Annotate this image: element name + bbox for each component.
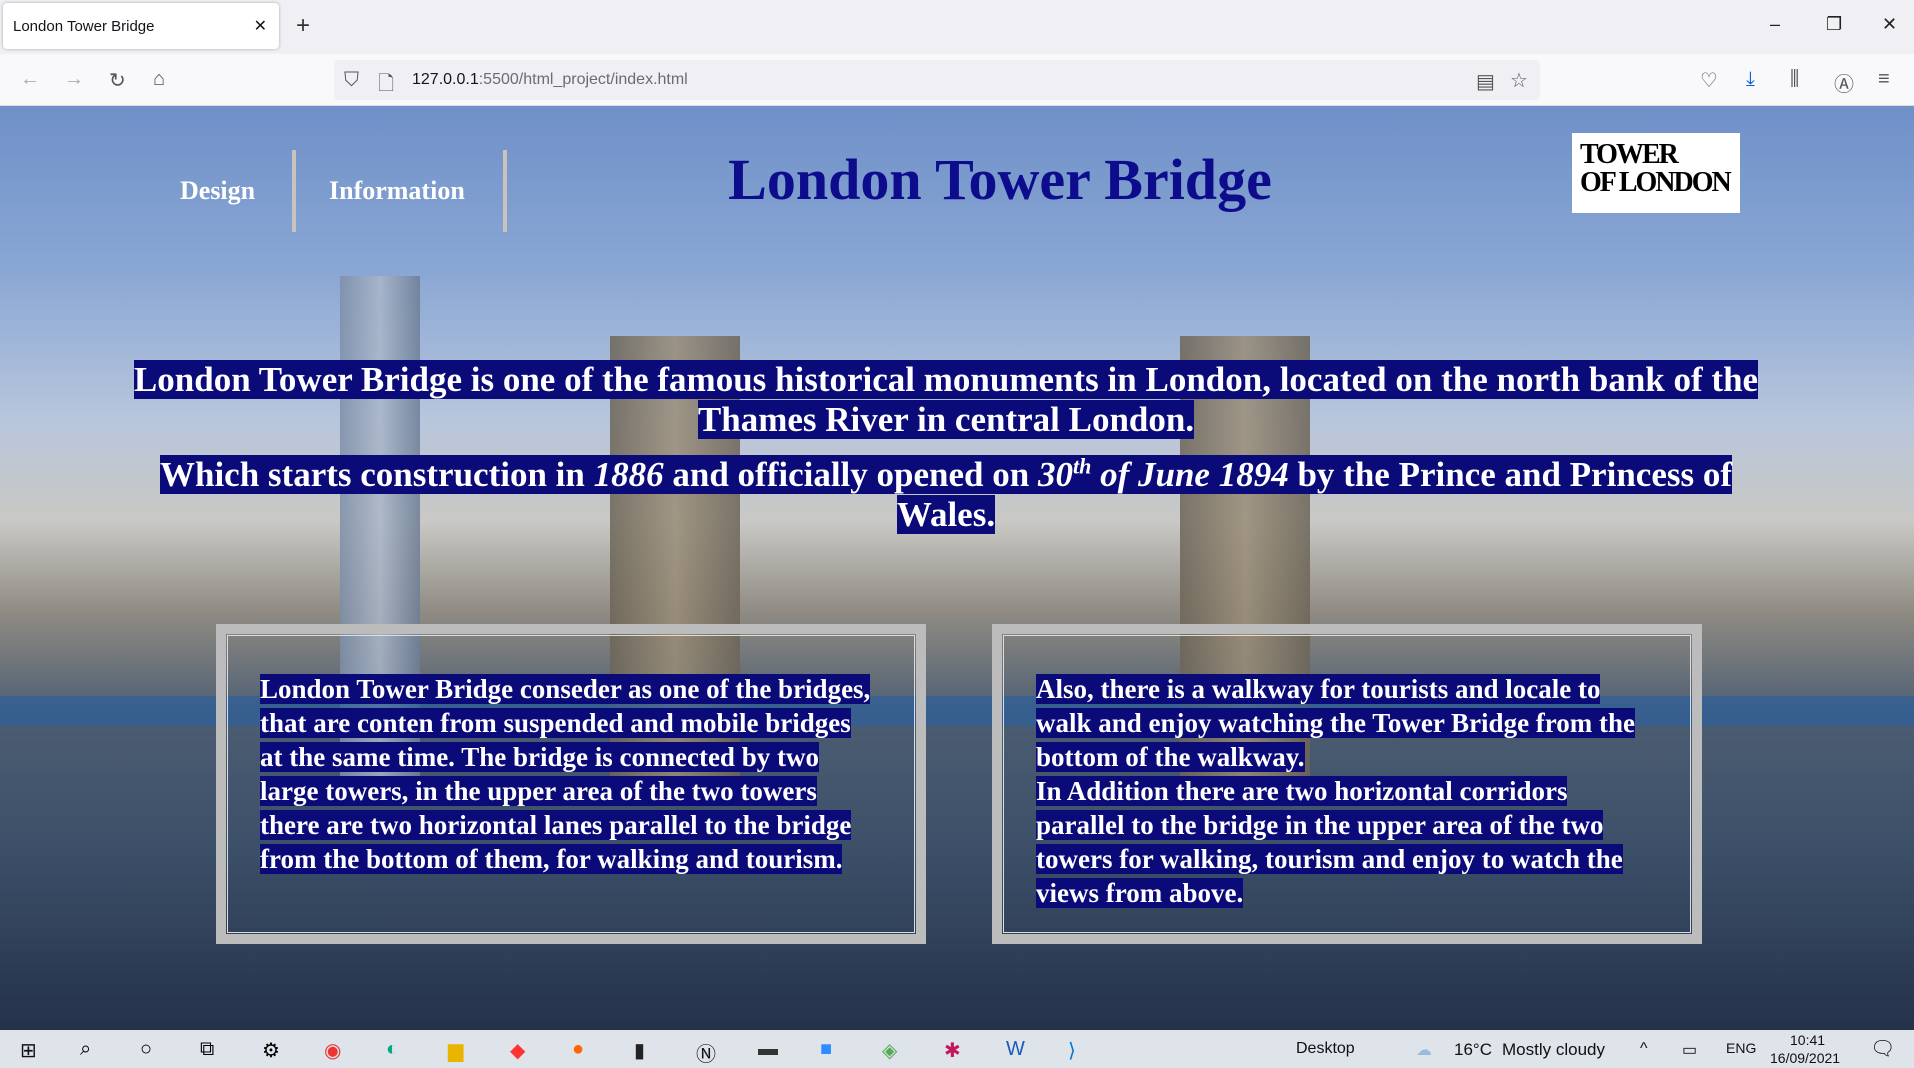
weather-icon: ☁	[1416, 1042, 1432, 1059]
settings-icon[interactable]: ⚙	[262, 1038, 280, 1063]
intro-paragraph-2: Which starts construction in 1886 and of…	[159, 453, 1732, 534]
clock-date[interactable]: 16/09/2021	[1770, 1050, 1840, 1066]
url-path: :5500/html_project/index.html	[478, 71, 688, 88]
app-icon[interactable]: ◈	[882, 1038, 897, 1063]
new-tab-icon[interactable]: +	[296, 12, 310, 40]
taskbar: ⊞ ⌕ ○ ⧉ ⚙ ◉ ◐ ▆ ◆ ● ▮ Ⓝ ▬ ■ ◈ ✱ W ⟩ Desk…	[0, 1030, 1914, 1068]
tower-of-london-logo: TOWER OF LONDON	[1572, 133, 1740, 213]
info-box-right-text-1: Also, there is a walkway for tourists an…	[1036, 674, 1636, 772]
menu-icon[interactable]: ≡	[1878, 68, 1890, 91]
nav-toolbar: ← → ↻ ⌂ ⛉ 🗋 127.0.0.1:5500/html_project/…	[0, 54, 1914, 106]
shield-icon[interactable]: ⛉	[344, 69, 359, 92]
download-icon[interactable]: ⤓	[1746, 68, 1755, 91]
vscode-icon[interactable]: ⟩	[1068, 1038, 1076, 1063]
network-icon[interactable]: ▭	[1682, 1040, 1697, 1060]
file-explorer-icon[interactable]: ▆	[448, 1038, 463, 1063]
info-box-right: Also, there is a walkway for tourists an…	[992, 624, 1702, 944]
task-view-icon[interactable]: ⧉	[200, 1038, 214, 1061]
reader-view-icon[interactable]: ▤	[1476, 69, 1495, 94]
notifications-icon[interactable]: 🗨	[1870, 1036, 1895, 1061]
page-content: Design Information London Tower Bridge T…	[0, 106, 1914, 1030]
reload-icon[interactable]: ↻	[109, 68, 126, 93]
page-title: London Tower Bridge	[728, 147, 1272, 212]
desktop-toolbar[interactable]: Desktop	[1296, 1040, 1355, 1058]
weather-status[interactable]: Mostly cloudy	[1502, 1040, 1605, 1060]
temperature[interactable]: 16°C	[1454, 1040, 1492, 1060]
home-icon[interactable]: ⌂	[153, 68, 165, 91]
chrome-icon[interactable]: ◉	[324, 1038, 341, 1063]
close-tab-icon[interactable]: ✕	[254, 16, 267, 36]
bookmark-star-icon[interactable]: ☆	[1510, 68, 1528, 93]
info-box-left: London Tower Bridge conseder as one of t…	[216, 624, 926, 944]
nav-information[interactable]: Information	[329, 176, 465, 206]
close-window-icon[interactable]: ✕	[1882, 14, 1897, 35]
url-host: 127.0.0.1	[412, 71, 479, 88]
app-icon[interactable]: ◆	[510, 1038, 525, 1063]
start-icon[interactable]: ⊞	[20, 1038, 37, 1063]
sticky-notes-icon[interactable]: ▮	[634, 1038, 645, 1063]
forward-icon[interactable]: →	[64, 68, 84, 91]
nav-divider	[503, 150, 507, 232]
library-icon[interactable]: ⫼	[1790, 68, 1799, 91]
clock-time[interactable]: 10:41	[1790, 1032, 1825, 1048]
firefox-icon[interactable]: ●	[572, 1038, 584, 1061]
slack-icon[interactable]: ✱	[944, 1038, 961, 1063]
nav-design[interactable]: Design	[180, 176, 255, 206]
cortana-icon[interactable]: ○	[140, 1038, 152, 1061]
info-box-right-text-2: In Addition there are two horizontal cor…	[1036, 776, 1623, 908]
language[interactable]: ENG	[1726, 1040, 1756, 1056]
intro-paragraph-1: London Tower Bridge is one of the famous…	[133, 360, 1759, 439]
zoom-icon[interactable]: ■	[820, 1038, 832, 1061]
address-bar[interactable]: ⛉ 🗋 127.0.0.1:5500/html_project/index.ht…	[334, 60, 1540, 100]
tab-bar: London Tower Bridge ✕ + – ❐ ✕	[0, 0, 1914, 54]
word-icon[interactable]: W	[1006, 1038, 1025, 1061]
account-icon[interactable]: Ⓐ	[1834, 68, 1854, 97]
info-box-left-text: London Tower Bridge conseder as one of t…	[260, 674, 871, 874]
tab-london-tower-bridge[interactable]: London Tower Bridge ✕	[3, 3, 279, 49]
minimize-icon[interactable]: –	[1770, 14, 1780, 35]
pocket-icon[interactable]: ♡	[1700, 68, 1718, 93]
notion-icon[interactable]: Ⓝ	[696, 1038, 716, 1067]
edge-icon[interactable]: ◐	[386, 1038, 398, 1061]
tab-title: London Tower Bridge	[13, 18, 155, 35]
page-icon: 🗋	[378, 73, 395, 95]
nav-divider	[292, 150, 296, 232]
back-icon[interactable]: ←	[20, 68, 40, 91]
show-hidden-icons[interactable]: ^	[1640, 1040, 1648, 1058]
intro-text: London Tower Bridge is one of the famous…	[110, 360, 1782, 541]
restore-icon[interactable]: ❐	[1826, 14, 1842, 35]
search-icon[interactable]: ⌕	[80, 1038, 91, 1061]
terminal-icon[interactable]: ▬	[758, 1038, 778, 1061]
